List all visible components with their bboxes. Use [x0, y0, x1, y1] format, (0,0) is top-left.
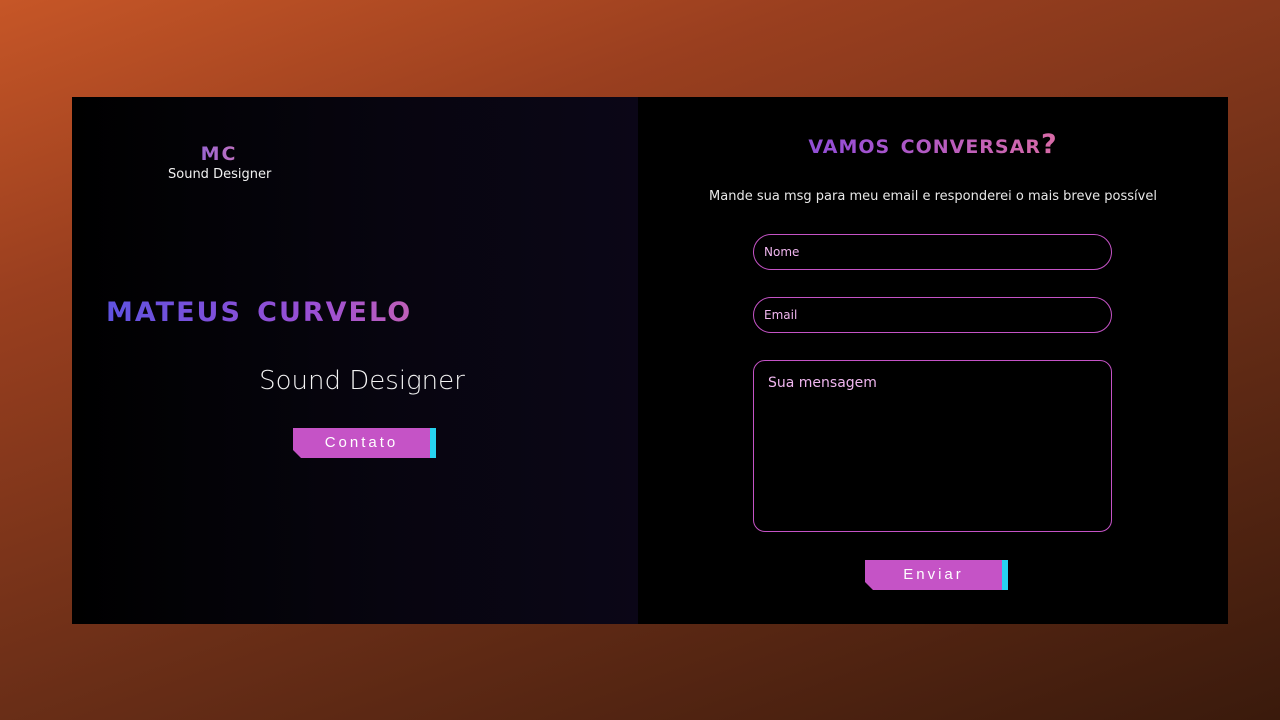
email-input[interactable]: [753, 297, 1112, 333]
enviar-button-label: Enviar: [903, 566, 964, 583]
logo[interactable]: MC Sound Designer: [168, 143, 272, 185]
contact-panel: vamos conversar? Mande sua msg para meu …: [638, 97, 1228, 624]
contato-button-label: Contato: [324, 434, 399, 451]
message-textarea[interactable]: [753, 360, 1112, 532]
name-input[interactable]: [753, 234, 1112, 270]
hero-name: Mateus Curvelo: [106, 284, 626, 332]
enviar-button[interactable]: Enviar: [865, 560, 1008, 590]
contato-button[interactable]: Contato: [293, 428, 436, 458]
hero-role: Sound Designer: [259, 366, 465, 396]
logo-subtitle: Sound Designer: [168, 167, 272, 182]
logo-mark: MC: [168, 143, 270, 165]
portfolio-card: MC Sound Designer Mateus Curvelo Sound D…: [72, 97, 1228, 624]
hero-panel: MC Sound Designer Mateus Curvelo Sound D…: [72, 97, 638, 624]
contact-title: vamos conversar?: [638, 127, 1228, 163]
contact-subtitle: Mande sua msg para meu email e responder…: [709, 189, 1157, 204]
